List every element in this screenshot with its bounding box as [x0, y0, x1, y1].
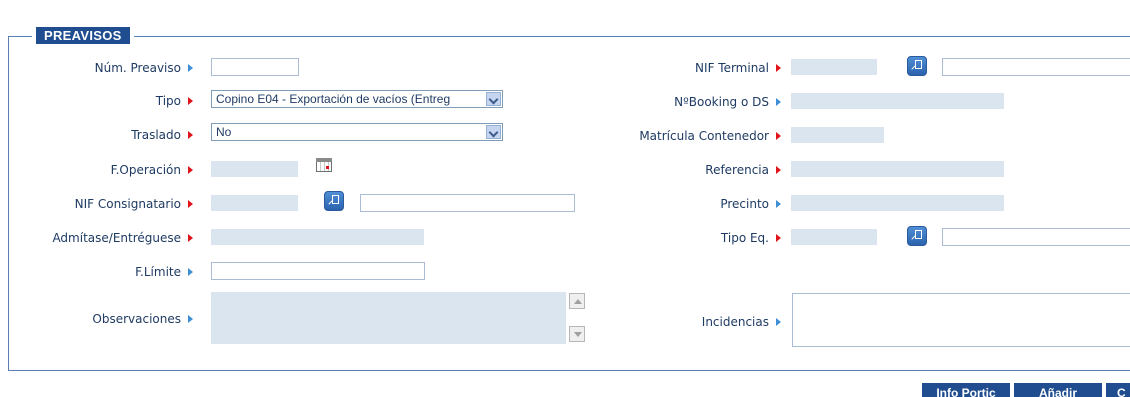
required-arrow-icon [776, 166, 781, 174]
scroll-down-icon[interactable] [569, 326, 585, 342]
lookup-terminal-icon[interactable] [907, 56, 927, 76]
lookup-consignatario-icon[interactable] [324, 191, 344, 211]
optional-arrow-icon [776, 318, 781, 326]
incidencias-textarea[interactable] [792, 293, 1130, 347]
required-arrow-icon [776, 64, 781, 72]
f-limite-label: F.Límite [135, 264, 193, 280]
precinto-field [791, 195, 1004, 211]
referencia-label: Referencia [705, 162, 781, 178]
required-arrow-icon [776, 234, 781, 242]
booking-label: NºBooking o DS [674, 94, 781, 110]
optional-arrow-icon [188, 64, 193, 72]
required-arrow-icon [188, 131, 193, 139]
info-portic-button[interactable]: Info Portic [922, 383, 1010, 397]
required-arrow-icon [188, 234, 193, 242]
chevron-down-icon[interactable] [486, 125, 501, 139]
precinto-label: Precinto [720, 196, 781, 212]
num-preaviso-label: Núm. Preaviso [95, 60, 193, 76]
consignatario-name-input[interactable] [360, 194, 575, 212]
chevron-down-icon[interactable] [486, 92, 501, 106]
scroll-up-icon[interactable] [569, 293, 585, 309]
incidencias-label: Incidencias [702, 314, 781, 330]
traslado-label: Traslado [131, 127, 193, 143]
optional-arrow-icon [776, 98, 781, 106]
third-action-button[interactable]: C [1106, 383, 1130, 397]
anadir-button[interactable]: Añadir [1014, 383, 1102, 397]
observaciones-label: Observaciones [92, 311, 193, 327]
required-arrow-icon [188, 166, 193, 174]
f-limite-input[interactable] [211, 262, 425, 280]
matricula-label: Matrícula Contenedor [639, 128, 781, 144]
nif-consignatario-field [211, 195, 298, 211]
nif-terminal-label: NIF Terminal [695, 60, 781, 76]
tipo-label: Tipo [156, 93, 193, 109]
tipo-select[interactable]: Copino E04 - Exportación de vacíos (Entr… [211, 90, 503, 108]
terminal-name-input[interactable] [942, 58, 1130, 76]
lookup-tipo-eq-icon[interactable] [907, 226, 927, 246]
f-operacion-label: F.Operación [111, 162, 193, 178]
required-arrow-icon [188, 97, 193, 105]
traslado-select[interactable]: No [211, 123, 503, 141]
tipo-eq-name-input[interactable] [942, 228, 1130, 246]
observaciones-textarea[interactable] [211, 292, 566, 344]
calendar-icon[interactable] [316, 158, 332, 172]
booking-field [791, 93, 1004, 109]
optional-arrow-icon [776, 200, 781, 208]
nif-consignatario-label: NIF Consignatario [75, 196, 193, 212]
admitase-field [211, 229, 424, 245]
required-arrow-icon [776, 132, 781, 140]
optional-arrow-icon [188, 315, 193, 323]
tipo-eq-field [791, 229, 877, 245]
nif-terminal-field [791, 59, 877, 75]
optional-arrow-icon [188, 268, 193, 276]
matricula-field [791, 127, 884, 143]
num-preaviso-input[interactable] [211, 58, 299, 76]
required-arrow-icon [188, 200, 193, 208]
referencia-field [791, 161, 1004, 177]
admitase-label: Admítase/Entréguese [52, 230, 193, 246]
f-operacion-field [211, 161, 298, 177]
section-title: PREAVISOS [32, 27, 134, 44]
tipo-eq-label: Tipo Eq. [721, 230, 781, 246]
